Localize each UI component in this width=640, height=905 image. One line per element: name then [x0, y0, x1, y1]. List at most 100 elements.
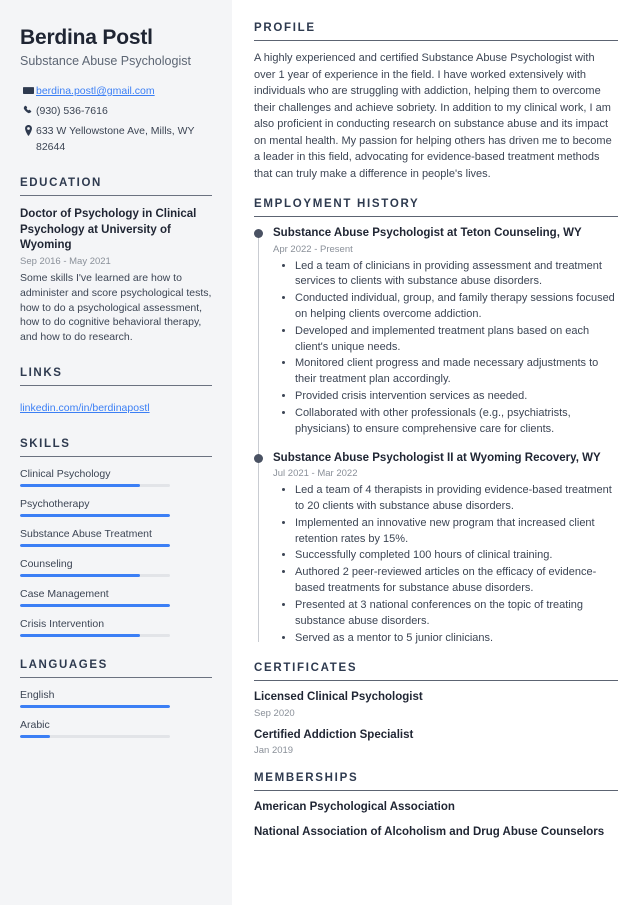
employment-bullets: Led a team of 4 therapists in providing … — [295, 483, 618, 646]
certificates-heading: CERTIFICATES — [254, 662, 358, 675]
certificate-date: Sep 2020 — [254, 707, 295, 719]
membership-entry: American Psychological Association — [254, 800, 618, 816]
employment-timeline: Substance Abuse Psychologist at Teton Co… — [254, 226, 618, 646]
employment-divider — [254, 216, 618, 217]
skill-item: Psychotherapy — [20, 498, 212, 518]
employment-date: Jul 2021 - Mar 2022 — [273, 468, 358, 480]
employment-date: Apr 2022 - Present — [273, 243, 353, 255]
languages-divider — [20, 677, 212, 679]
skill-level-fill — [20, 484, 140, 488]
contact-item-phone: (930) 536-7616 — [20, 104, 212, 119]
memberships-divider — [254, 790, 618, 792]
language-level-track — [20, 705, 170, 709]
contact-phone-text: (930) 536-7616 — [36, 105, 108, 118]
section-profile: PROFILE A highly experienced and certifi… — [254, 22, 618, 182]
employment-bullet: Successfully completed 100 hours of clin… — [295, 548, 618, 564]
skill-level-track — [20, 634, 170, 638]
candidate-name: Berdina Postl — [20, 26, 153, 49]
skill-level-fill — [20, 514, 170, 518]
certificate-entry: Licensed Clinical Psychologist Sep 2020 — [254, 690, 618, 719]
contact-address-text: 633 W Yellowstone Ave, Mills, WY 82644 — [36, 125, 195, 153]
section-languages: LANGUAGES English Arabic — [20, 659, 212, 739]
certificates-divider — [254, 680, 618, 682]
skill-level-track — [20, 514, 170, 518]
skill-level-fill — [20, 574, 140, 578]
skill-item: Counseling — [20, 558, 212, 578]
membership-title: National Association of Alcoholism and D… — [254, 825, 605, 838]
employment-bullet: Led a team of clinicians in providing as… — [295, 259, 618, 291]
profile-divider — [254, 40, 618, 41]
skill-label: Counseling — [20, 558, 73, 571]
education-degree: Doctor of Psychology in Clinical Psychol… — [20, 207, 197, 252]
section-employment-history: EMPLOYMENT HISTORY Substance Abuse Psych… — [254, 198, 618, 646]
education-item: Doctor of Psychology in Clinical Psychol… — [20, 207, 212, 345]
education-date: Sep 2016 - May 2021 — [20, 255, 111, 267]
employment-heading: EMPLOYMENT HISTORY — [254, 198, 420, 210]
employment-bullet: Collaborated with other professionals (e… — [295, 406, 618, 438]
skill-label: Crisis Intervention — [20, 618, 105, 631]
language-item: English — [20, 689, 212, 709]
section-links: LINKS linkedin.com/in/berdinapostl — [20, 367, 212, 416]
skill-level-track — [20, 604, 170, 608]
membership-title: American Psychological Association — [254, 801, 455, 814]
email-icon — [20, 84, 36, 96]
skill-item: Substance Abuse Treatment — [20, 528, 212, 548]
skill-label: Clinical Psychology — [20, 468, 111, 481]
contact-list: berdina.postl@gmail.com (930) 536-7616 6… — [20, 84, 212, 155]
language-item: Arabic — [20, 719, 212, 739]
contact-item-email[interactable]: berdina.postl@gmail.com — [20, 84, 212, 99]
skill-label: Case Management — [20, 588, 109, 601]
skill-level-track — [20, 544, 170, 548]
skill-item: Case Management — [20, 588, 212, 608]
section-certificates: CERTIFICATES Licensed Clinical Psycholog… — [254, 662, 618, 756]
employment-bullet: Led a team of 4 therapists in providing … — [295, 483, 618, 515]
main-content: PROFILE A highly experienced and certifi… — [232, 0, 640, 905]
employment-bullet: Conducted individual, group, and family … — [295, 291, 618, 323]
link-item[interactable]: linkedin.com/in/berdinapostl — [20, 398, 212, 416]
skill-item: Clinical Psychology — [20, 468, 212, 488]
languages-heading: LANGUAGES — [20, 659, 108, 672]
skill-label: Substance Abuse Treatment — [20, 528, 152, 541]
candidate-job-title: Substance Abuse Psychologist — [20, 53, 191, 68]
employment-bullet: Presented at 3 national conferences on t… — [295, 598, 618, 630]
language-level-track — [20, 735, 170, 739]
contact-email-text[interactable]: berdina.postl@gmail.com — [36, 84, 155, 99]
skill-level-track — [20, 484, 170, 488]
employment-bullets: Led a team of clinicians in providing as… — [295, 259, 618, 438]
skill-item: Crisis Intervention — [20, 618, 212, 638]
language-label: English — [20, 689, 55, 702]
employment-entry: Substance Abuse Psychologist at Teton Co… — [254, 226, 618, 438]
skills-divider — [20, 456, 212, 458]
employment-title: Substance Abuse Psychologist at Teton Co… — [273, 227, 582, 239]
education-divider — [20, 194, 212, 196]
employment-bullet: Implemented an innovative new program th… — [295, 516, 618, 548]
location-icon — [20, 124, 36, 137]
links-heading: LINKS — [20, 367, 63, 380]
phone-icon — [20, 104, 36, 116]
profile-heading: PROFILE — [254, 22, 316, 34]
language-level-fill — [20, 735, 50, 739]
section-skills: SKILLS Clinical Psychology Psychotherapy… — [20, 438, 212, 638]
language-label: Arabic — [20, 719, 50, 732]
section-memberships: MEMBERSHIPS American Psychological Assoc… — [254, 772, 618, 840]
membership-entry: National Association of Alcoholism and D… — [254, 825, 618, 841]
employment-bullet: Monitored client progress and made neces… — [295, 356, 618, 388]
employment-title: Substance Abuse Psychologist II at Wyomi… — [273, 451, 601, 464]
certificate-entry: Certified Addiction Specialist Jan 2019 — [254, 728, 618, 757]
memberships-heading: MEMBERSHIPS — [254, 772, 359, 785]
education-heading: EDUCATION — [20, 176, 102, 189]
link-linkedin[interactable]: linkedin.com/in/berdinapostl — [20, 402, 150, 414]
language-level-fill — [20, 705, 170, 709]
skill-level-fill — [20, 544, 170, 548]
employment-entry: Substance Abuse Psychologist II at Wyomi… — [254, 451, 618, 647]
skill-level-track — [20, 574, 170, 578]
links-divider — [20, 385, 212, 387]
skill-label: Psychotherapy — [20, 498, 90, 511]
employment-bullet: Developed and implemented treatment plan… — [295, 324, 618, 356]
skill-level-fill — [20, 634, 140, 638]
employment-bullet: Served as a mentor to 5 junior clinician… — [295, 631, 618, 647]
employment-bullet: Authored 2 peer-reviewed articles on the… — [295, 565, 618, 597]
certificate-date: Jan 2019 — [254, 745, 294, 757]
profile-text: A highly experienced and certified Subst… — [254, 52, 612, 180]
certificate-title: Certified Addiction Specialist — [254, 728, 414, 741]
